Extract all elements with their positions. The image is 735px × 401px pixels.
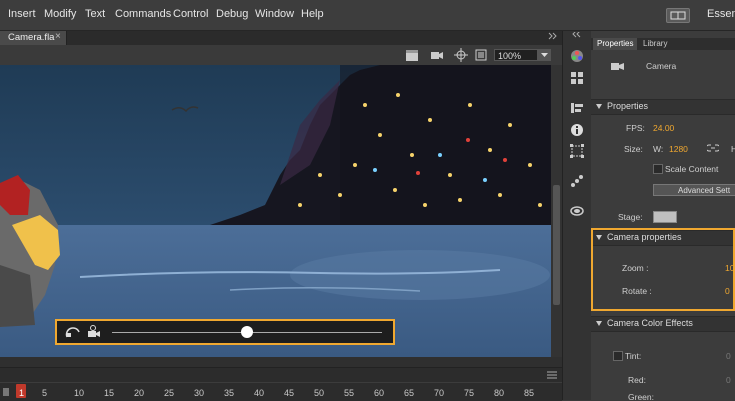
tint-checkbox[interactable] xyxy=(613,351,623,361)
zoom-camera-icon[interactable] xyxy=(87,325,103,339)
frame-number: 40 xyxy=(254,388,265,398)
camera-controls-bar xyxy=(55,319,395,345)
frame-number: 60 xyxy=(374,388,385,398)
current-frame: 1 xyxy=(19,388,25,398)
menu-modify[interactable]: Modify xyxy=(44,8,76,20)
stage-horizontal-scrollbar[interactable] xyxy=(0,357,562,367)
red-label: Red: xyxy=(628,375,646,385)
camera-slider-thumb[interactable] xyxy=(241,326,253,338)
menu-window[interactable]: Window xyxy=(255,8,294,20)
disclosure-triangle-icon xyxy=(596,321,602,326)
clapper-icon[interactable] xyxy=(405,48,419,62)
link-icon[interactable] xyxy=(707,143,719,153)
width-label: W: xyxy=(653,144,664,154)
frame-number: 10 xyxy=(74,388,85,398)
stage-artwork xyxy=(0,65,551,357)
frame-number: 65 xyxy=(404,388,415,398)
rotate-camera-icon[interactable] xyxy=(65,326,81,339)
frame-number: 55 xyxy=(344,388,355,398)
menu-debug[interactable]: Debug xyxy=(216,8,248,20)
frame-number: 85 xyxy=(524,388,535,398)
stage-label: Stage: xyxy=(618,212,643,222)
chevron-down-icon xyxy=(541,53,548,57)
align-icon[interactable] xyxy=(570,101,584,115)
frame-number: 15 xyxy=(104,388,115,398)
section-camera-color-effects[interactable]: Camera Color Effects xyxy=(591,316,735,332)
menu-commands[interactable]: Commands xyxy=(115,8,171,20)
panel-tabs: Properties Library xyxy=(591,38,735,50)
transform-icon[interactable] xyxy=(570,144,584,158)
camera-properties-highlight xyxy=(591,228,735,311)
tab-library[interactable]: Library xyxy=(639,38,671,50)
frame-number: 50 xyxy=(314,388,325,398)
frame-number: 45 xyxy=(284,388,295,398)
menu-icon[interactable] xyxy=(547,371,557,379)
close-icon[interactable]: × xyxy=(55,31,61,42)
menu-help[interactable]: Help xyxy=(301,8,324,20)
collapse-arrows-icon[interactable] xyxy=(548,32,558,40)
height-label: H xyxy=(731,144,735,154)
tint-value[interactable]: 0 xyxy=(726,351,731,361)
zoom-select[interactable]: 100% xyxy=(494,49,538,61)
object-name: Camera xyxy=(646,61,677,71)
camera-icon xyxy=(611,63,624,70)
tab-properties[interactable]: Properties xyxy=(593,38,638,50)
swatches-icon[interactable] xyxy=(570,71,584,85)
panel-tool-strip xyxy=(562,31,592,400)
disclosure-triangle-icon xyxy=(596,104,602,109)
document-tab-bar: Camera.fla × xyxy=(0,31,562,45)
section-properties-label: Properties xyxy=(607,101,649,111)
width-value[interactable]: 1280 xyxy=(669,144,688,154)
menu-text[interactable]: Text xyxy=(85,8,105,20)
frame-number: 25 xyxy=(164,388,175,398)
section-color-effects-label: Camera Color Effects xyxy=(607,318,693,328)
workspace-icon xyxy=(670,11,686,20)
scroll-thumb[interactable] xyxy=(553,185,560,305)
color-wheel-icon[interactable] xyxy=(570,49,584,63)
green-label: Green: xyxy=(628,392,654,400)
motion-presets-icon[interactable] xyxy=(570,174,584,188)
clip-icon[interactable] xyxy=(474,48,488,62)
fps-label: FPS: xyxy=(626,123,645,133)
menu-control[interactable]: Control xyxy=(173,8,208,20)
menu-bar: Insert Modify Text Commands Control Debu… xyxy=(0,0,735,31)
frame-number: 75 xyxy=(464,388,475,398)
section-properties[interactable]: Properties xyxy=(591,99,735,115)
menu-insert[interactable]: Insert xyxy=(8,8,36,20)
stage-vertical-scrollbar[interactable] xyxy=(551,65,562,357)
camera-toggle-icon[interactable] xyxy=(430,48,444,62)
frame-number: 35 xyxy=(224,388,235,398)
size-label: Size: xyxy=(624,144,643,154)
zoom-dropdown-button[interactable] xyxy=(538,49,551,61)
document-tab-label: Camera.fla xyxy=(8,32,55,43)
frame-number: 5 xyxy=(42,388,48,398)
frame-number: 30 xyxy=(194,388,205,398)
timeline: 1 5 10 15 20 25 30 35 40 45 50 55 60 65 … xyxy=(0,367,562,401)
tint-label: Tint: xyxy=(625,351,642,361)
layer-depth-icon[interactable] xyxy=(570,204,584,218)
stage-color-swatch[interactable] xyxy=(653,211,677,223)
layer-icon xyxy=(3,388,9,396)
frame-number: 70 xyxy=(434,388,445,398)
workspace-switcher-button[interactable] xyxy=(666,8,690,23)
timeline-ruler xyxy=(0,382,562,383)
stage-toolbar: 100% xyxy=(0,45,562,66)
collapse-arrows-icon[interactable] xyxy=(571,32,583,38)
frame-number: 20 xyxy=(134,388,145,398)
crosshair-icon[interactable] xyxy=(454,48,468,62)
fps-value[interactable]: 24.00 xyxy=(653,123,674,133)
scale-content-checkbox[interactable] xyxy=(653,164,663,174)
scale-content-label: Scale Content xyxy=(665,164,719,174)
info-icon[interactable] xyxy=(570,123,584,137)
document-tab[interactable]: Camera.fla × xyxy=(0,31,67,45)
stage-canvas[interactable] xyxy=(0,65,551,357)
properties-panel: Properties Library Camera Properties FPS… xyxy=(591,31,735,400)
advanced-settings-button[interactable]: Advanced Sett xyxy=(653,184,735,196)
workspace-label[interactable]: Essent xyxy=(707,8,735,20)
frame-number: 80 xyxy=(494,388,505,398)
red-value[interactable]: 0 xyxy=(726,375,731,385)
